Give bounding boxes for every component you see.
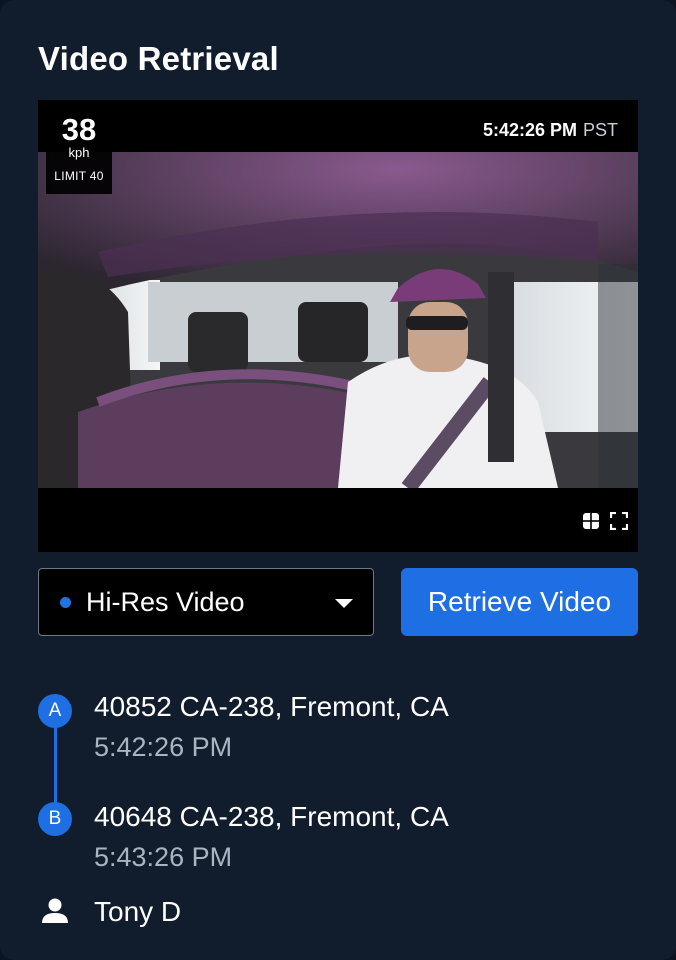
route-end-marker: B: [38, 802, 72, 836]
video-player[interactable]: 5:42:26 PM PST 38 kph LIMIT 40: [38, 100, 638, 552]
quality-select-value: Hi-Res Video: [86, 587, 245, 617]
video-quality-select[interactable]: Hi-Res Video: [38, 568, 374, 636]
video-bottom-bar: [38, 488, 638, 552]
route-start-marker: A: [38, 694, 72, 728]
start-address: 40852 CA-238, Fremont, CA: [94, 691, 449, 722]
fullscreen-icon[interactable]: [610, 512, 628, 530]
start-time: 5:42:26 PM: [94, 732, 233, 762]
speed-overlay: 38 kph LIMIT 40: [46, 110, 112, 194]
route-connector-line: [54, 718, 57, 806]
chevron-down-icon: [335, 599, 353, 608]
end-address: 40648 CA-238, Fremont, CA: [94, 801, 449, 832]
speed-limit: LIMIT 40: [54, 169, 104, 183]
video-timestamp: 5:42:26 PM PST: [483, 120, 618, 141]
speed-value: 38: [61, 112, 97, 147]
speed-unit: kph: [68, 145, 90, 160]
end-time: 5:43:26 PM: [94, 842, 233, 872]
driver-name: Tony D: [94, 896, 182, 927]
video-time: 5:42:26 PM: [482, 120, 577, 140]
dashcam-frame: [38, 152, 638, 488]
video-timezone: PST: [582, 120, 618, 140]
person-icon: [42, 898, 68, 923]
video-top-bar: 5:42:26 PM PST: [38, 100, 638, 152]
retrieve-video-button[interactable]: Retrieve Video: [401, 568, 638, 636]
quality-status-dot: [60, 597, 71, 608]
grid-view-icon[interactable]: [582, 512, 600, 530]
page-title: Video Retrieval: [38, 40, 279, 77]
video-retrieval-panel: Video Retrieval 5:42:26 PM PST 38 kph LIM…: [0, 0, 676, 960]
